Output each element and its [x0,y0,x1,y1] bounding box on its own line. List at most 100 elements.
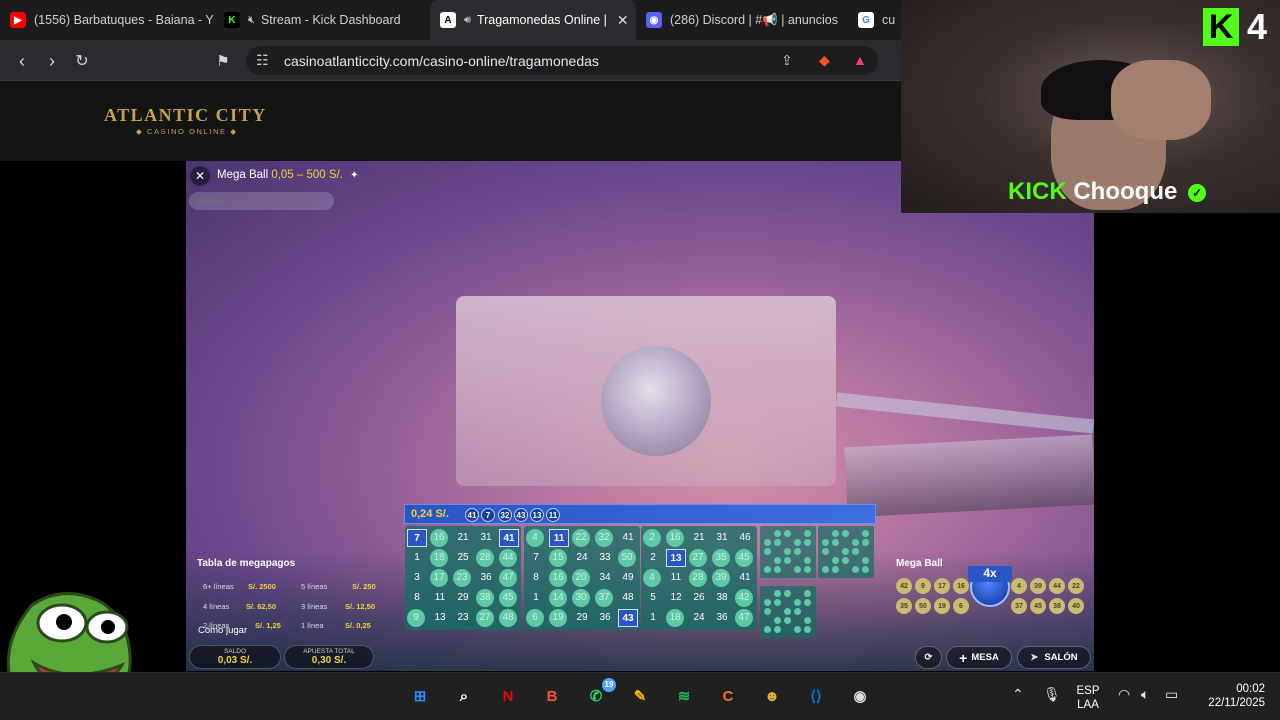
payout-lines: 5 líneas [301,582,328,591]
card-number: 37 [595,589,613,607]
tab-label: Tragamonedas Online | [476,13,607,27]
microphone-icon[interactable]: 🎙︎ [1043,686,1061,703]
card-number: 33 [599,552,611,563]
crunchyroll-icon[interactable]: C [714,682,742,710]
mini-card[interactable] [818,526,874,578]
mini-card[interactable] [760,526,816,578]
back-icon[interactable]: ‹ [10,49,34,73]
how-to-play-link[interactable]: Cómo jugar [198,625,247,636]
card-number: 41 [622,532,634,543]
game-app-icon[interactable]: ☻ [758,682,786,710]
card-number: 16 [430,529,448,547]
mini-card-dot [774,539,781,546]
mini-card-dot [784,617,791,624]
share-icon[interactable]: ⇪ [781,52,793,69]
chevron-up-icon[interactable]: ⌃ [1012,686,1024,703]
card-number: 2 [650,552,656,563]
brave-rewards-icon[interactable]: ▲ [853,52,867,68]
tab-youtube[interactable]: ▶ (1556) Barbatuques - Baiana - Y [0,0,214,40]
total-bet-display[interactable]: APUESTA TOTAL 0,30 S/. [284,645,374,669]
reload-icon[interactable]: ↻ [70,49,94,73]
mini-card-dot [852,548,859,555]
mini-card-dot [794,539,801,546]
mini-card-dot [862,557,869,564]
card-number: 34 [599,572,611,583]
mini-card-dot [784,539,791,546]
muted-speaker-icon[interactable]: 🔇︎ [248,14,255,27]
brave-shields-icon[interactable]: ◆ [819,52,830,69]
payout-lines: 1 línea [301,621,324,630]
tab-tragamonedas[interactable]: A 🔊︎ Tragamonedas Online | ✕ [430,0,636,40]
megaball-history-ball: 19 [934,598,950,614]
search-icon[interactable]: ⌕ [450,682,478,710]
mini-card-dot [764,608,771,615]
payout-value: S/. 1,25 [255,621,281,630]
megaball-history-ball: 39 [1030,578,1046,594]
verified-icon: ✓ [1188,183,1206,202]
logo-subtitle: ◆ CASINO ONLINE ◆ [136,127,238,136]
chat-toggle-button[interactable]: ⟳ [915,646,942,669]
tab-discord[interactable]: ◉ (286) Discord | #📢 | anuncios [636,0,848,40]
mesa-button[interactable]: + MESA [946,646,1012,669]
mesa-label: MESA [971,652,999,663]
site-info-icon[interactable]: ☷ [256,52,269,69]
megaball-history-ball: 50 [915,598,931,614]
spotify-icon[interactable]: ≋ [670,682,698,710]
bingo-card[interactable]: 7 16 21 31 41 1 18 25 28 44 3 17 23 36 47 8 11 29 38 45 9 13 2… [405,526,521,630]
payout-value: S/. 2500 [248,582,276,591]
browser-toolbar: ‹ › ↻ ⚑ ☷ casinoatlanticcity.com/casino-… [0,40,902,81]
speaker-icon[interactable]: 🔊︎ [464,14,471,27]
atlantic-city-logo[interactable]: ATLANTIC CITY [104,105,267,126]
card-number: 30 [572,589,590,607]
card-number: 49 [622,572,634,583]
notification-badge: 19 [602,678,616,692]
clock[interactable]: 00:02 22/11/2025 [1195,682,1265,710]
card-number: 25 [457,552,469,563]
salon-button[interactable]: ➤ SALÓN [1017,646,1091,669]
card-number: 45 [499,589,517,607]
card-number: 4 [643,569,661,587]
wifi-icon[interactable]: ◠ [1118,686,1130,703]
pen-app-icon[interactable]: ✎ [626,682,654,710]
card-number: 43 [618,609,638,627]
payout-value: S/. 0,25 [345,621,371,630]
megaball-history-ball: 17 [934,578,950,594]
bingo-card[interactable]: 2 16 21 31 46 2 13 27 35 45 4 11 28 39 41 5 12 26 38 42 1 18 2… [641,526,757,630]
card-number: 1 [650,612,656,623]
bookmark-icon[interactable]: ⚑ [211,49,235,73]
card-number: 11 [434,592,446,603]
address-bar[interactable]: ☷ casinoatlanticcity.com/casino-online/t… [246,46,878,75]
pin-icon[interactable]: ✦ [350,170,358,181]
mini-card-dot [794,626,801,633]
language-indicator[interactable]: ESP LAA [1074,684,1102,712]
forward-icon[interactable]: › [40,49,64,73]
card-number: 15 [549,549,567,567]
close-tab-icon[interactable]: ✕ [617,12,629,29]
url-text[interactable]: casinoatlanticcity.com/casino-online/tra… [284,53,599,69]
drawn-ball: 43 [514,508,528,522]
tab-kick-dashboard[interactable]: K 🔇︎ Stream - Kick Dashboard [214,0,430,40]
volume-icon[interactable]: 🔈︎ [1141,686,1149,703]
netflix-icon[interactable]: N [494,682,522,710]
mini-card-dot [764,557,771,564]
card-number: 29 [576,612,588,623]
obs-icon[interactable]: ◉ [846,682,874,710]
card-number: 47 [735,609,753,627]
tab-google[interactable]: G cu [848,0,902,40]
windows-start-icon[interactable]: ⊞ [406,682,434,710]
whatsapp-icon[interactable]: ✆ 19 [582,678,616,710]
card-number: 2 [643,529,661,547]
bingo-card[interactable]: 4 11 22 32 41 7 15 24 33 50 8 16 20 34 49 1 14 30 37 48 6 19 2… [524,526,640,630]
close-game-button[interactable]: ✕ [190,166,210,186]
card-number: 16 [666,529,684,547]
chat-input[interactable] [189,192,334,210]
card-number: 23 [453,569,471,587]
mini-card[interactable] [760,586,816,638]
vscode-icon[interactable]: ⟨⟩ [802,682,830,710]
live-game-video[interactable] [186,161,1094,671]
card-number: 27 [476,609,494,627]
battery-icon[interactable]: ▭ [1165,686,1178,703]
brave-icon[interactable]: B [538,682,566,710]
card-number: 24 [693,612,705,623]
mini-card-dot [774,590,781,597]
